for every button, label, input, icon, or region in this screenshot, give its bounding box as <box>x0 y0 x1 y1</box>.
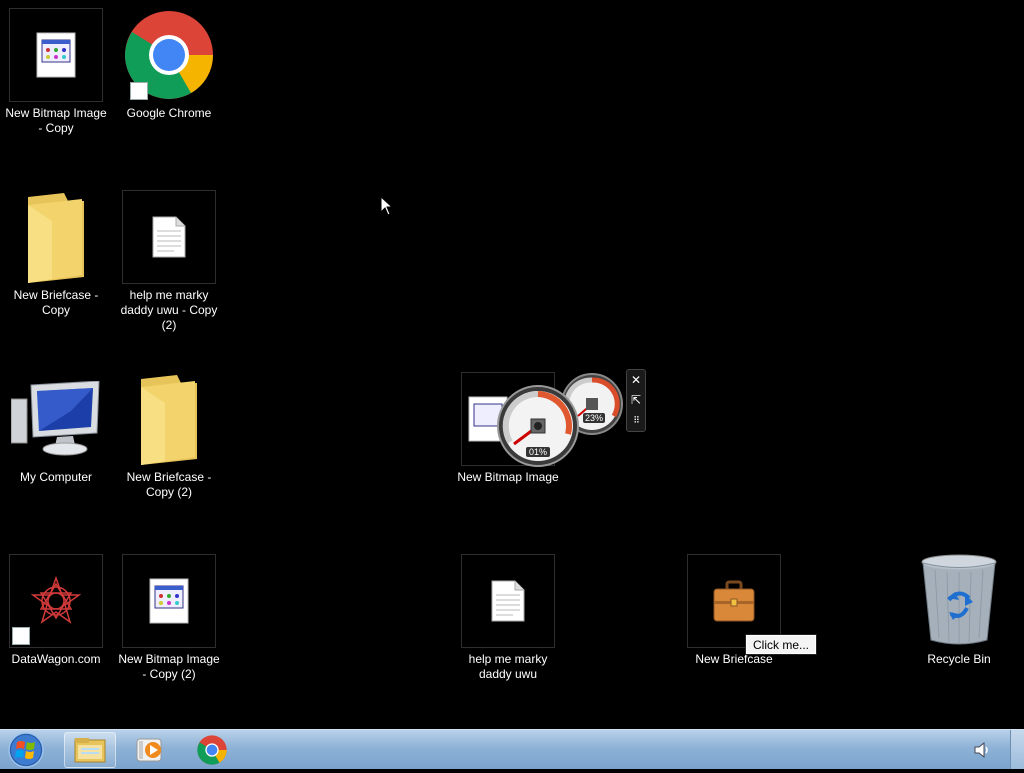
show-desktop-button[interactable] <box>1010 730 1024 769</box>
media-player-icon <box>136 738 162 762</box>
text-document-icon <box>491 580 525 622</box>
bitmap-image-icon <box>36 32 76 78</box>
desktop-icon-label: New Bitmap Image <box>457 470 559 484</box>
desktop-icon-label: New Bitmap Image - Copy <box>5 106 107 135</box>
taskbar-explorer-button[interactable] <box>64 732 116 768</box>
desktop-icon-new-bitmap-image-copy[interactable]: New Bitmap Image - Copy <box>1 8 111 136</box>
folder-icon <box>141 375 197 465</box>
computer-icon <box>11 381 100 456</box>
desktop-icon-recycle-bin[interactable]: Recycle Bin <box>904 554 1014 667</box>
volume-button[interactable] <box>972 740 992 760</box>
larger-size-icon[interactable]: ⇱ <box>627 390 645 410</box>
memory-usage-readout: 23% <box>583 413 606 423</box>
close-icon[interactable]: ✕ <box>627 370 645 390</box>
briefcase-icon <box>713 580 755 622</box>
desktop-icon-label: New Briefcase - Copy <box>13 288 99 317</box>
desktop-icon-new-bitmap-image-copy-2[interactable]: New Bitmap Image - Copy (2) <box>114 554 224 682</box>
text-document-icon <box>152 216 186 258</box>
desktop-icon-new-briefcase-copy[interactable]: New Briefcase - Copy <box>1 190 111 318</box>
shortcut-arrow-icon <box>12 627 30 645</box>
taskbar <box>0 729 1024 769</box>
shortcut-arrow-icon <box>130 82 148 100</box>
desktop-icon-label: help me marky daddy uwu <box>468 652 548 681</box>
google-chrome-icon <box>197 735 227 765</box>
windows-start-icon <box>8 732 44 768</box>
desktop-icon-label: DataWagon.com <box>11 652 101 666</box>
taskbar-media-player-button[interactable] <box>124 732 176 768</box>
desktop-icon-label: Google Chrome <box>126 106 212 120</box>
desktop-icon-label: Recycle Bin <box>927 652 991 666</box>
mouse-cursor-icon <box>380 196 394 216</box>
datawagon-logo-icon <box>31 576 81 624</box>
desktop-icon-google-chrome[interactable]: Google Chrome <box>114 8 224 121</box>
folder-icon <box>28 193 84 283</box>
bitmap-image-icon <box>149 578 189 624</box>
desktop-icon-label: New Briefcase - Copy (2) <box>126 470 212 499</box>
desktop-icon-datawagon[interactable]: DataWagon.com <box>1 554 111 667</box>
gadget-toolbar: ✕ ⇱ ⠿ <box>626 369 646 432</box>
click-me-button[interactable]: Click me... <box>745 634 817 655</box>
drag-handle-icon[interactable]: ⠿ <box>627 410 645 430</box>
start-button[interactable] <box>6 732 46 768</box>
desktop-icon-new-briefcase-copy-2[interactable]: New Briefcase - Copy (2) <box>114 372 224 500</box>
recycle-bin-icon <box>921 554 997 645</box>
desktop-icon-label: help me marky daddy uwu - Copy (2) <box>120 288 218 332</box>
cpu-usage-readout: 01% <box>526 447 551 457</box>
desktop-icon-help-me-marky-copy-2[interactable]: help me marky daddy uwu - Copy (2) <box>114 190 224 333</box>
cpu-meter-gadget[interactable]: 01% 23% <box>496 372 624 468</box>
desktop-icon-my-computer[interactable]: My Computer <box>1 372 111 485</box>
windows-explorer-icon <box>74 738 106 763</box>
desktop-icon-label: My Computer <box>19 470 93 484</box>
desktop-icon-label: New Bitmap Image - Copy (2) <box>118 652 220 681</box>
taskbar-chrome-button[interactable] <box>186 732 238 768</box>
desktop-icon-help-me-marky[interactable]: help me marky daddy uwu <box>453 554 563 682</box>
volume-icon <box>974 741 988 759</box>
